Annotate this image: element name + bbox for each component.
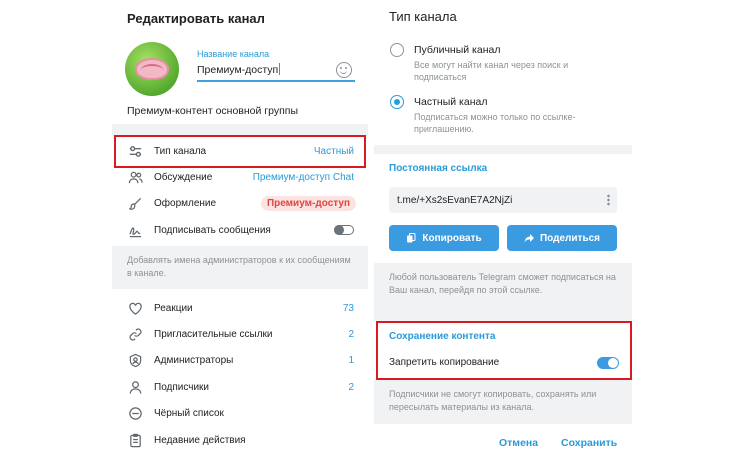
share-button[interactable]: Поделиться: [507, 225, 617, 251]
row-value: Премиум-доступ Chat: [252, 171, 354, 183]
channel-name-label: Название канала: [197, 49, 270, 59]
radio-public[interactable]: [390, 43, 404, 57]
restrict-copy-toggle[interactable]: [597, 357, 619, 369]
row-recent-actions[interactable]: Недавние действия: [112, 427, 368, 453]
premium-badge: Премиум-доступ: [260, 195, 356, 211]
row-label: Пригласительные ссылки: [154, 328, 273, 340]
user-icon: [127, 379, 143, 395]
row-value: 73: [342, 302, 354, 314]
row-appearance[interactable]: Оформление Премиум-доступ: [112, 190, 368, 216]
brain-icon: [135, 58, 169, 80]
share-icon: [524, 233, 534, 243]
share-label: Поделиться: [539, 232, 600, 244]
brush-icon: [127, 195, 143, 211]
row-label: Недавние действия: [154, 434, 246, 446]
row-label: Чёрный список: [154, 407, 224, 419]
save-button[interactable]: Сохранить: [561, 437, 617, 449]
invite-link-text: t.me/+Xs2sEvanE7A2NjZi: [397, 194, 513, 206]
channel-avatar[interactable]: [125, 42, 179, 96]
sign-messages-toggle[interactable]: [334, 224, 354, 235]
channel-description[interactable]: Премиум-контент основной группы: [127, 105, 298, 117]
row-channel-type[interactable]: Тип канала Частный: [112, 138, 368, 164]
clipboard-icon: [127, 432, 143, 448]
restrict-copy-label: Запретить копирование: [389, 357, 500, 368]
row-value: 2: [348, 381, 354, 393]
radio-private[interactable]: [390, 95, 404, 109]
option-public-title[interactable]: Публичный канал: [414, 44, 500, 56]
copy-label: Копировать: [422, 232, 482, 244]
option-private-title[interactable]: Частный канал: [414, 96, 487, 108]
text-caret: [279, 63, 281, 75]
row-label: Подписчики: [154, 381, 210, 393]
row-blacklist[interactable]: Чёрный список: [112, 400, 368, 426]
row-discussion[interactable]: Обсуждение Премиум-доступ Chat: [112, 164, 368, 190]
sign-messages-hint: Добавлять имена администраторов к их соо…: [112, 246, 368, 289]
signature-icon: [127, 222, 143, 238]
row-label: Администраторы: [154, 354, 234, 366]
edit-channel-panel: Редактировать канал Название канала Прем…: [112, 0, 368, 459]
divider: [374, 145, 632, 154]
panel-title: Тип канала: [389, 9, 457, 24]
row-value: 2: [348, 328, 354, 340]
permanent-link-header: Постоянная ссылка: [389, 163, 488, 174]
row-reactions[interactable]: Реакции 73: [112, 295, 368, 321]
row-subscribers[interactable]: Подписчики 2: [112, 374, 368, 400]
link-icon: [127, 326, 143, 342]
copy-icon: [406, 233, 416, 243]
input-underline: [197, 80, 355, 82]
cancel-button[interactable]: Отмена: [499, 437, 538, 449]
copy-button[interactable]: Копировать: [389, 225, 499, 251]
sliders-icon: [127, 143, 143, 159]
option-private-desc: Подписаться можно только по ссылке-пригл…: [414, 112, 576, 134]
channel-name-input[interactable]: Премиум-доступ: [197, 63, 281, 76]
heart-icon: [127, 300, 143, 316]
row-admins[interactable]: Администраторы 1: [112, 347, 368, 373]
content-protection-header: Сохранение контента: [389, 331, 496, 342]
restrict-copy-hint: Подписчики не смогут копировать, сохраня…: [374, 380, 632, 424]
shield-icon: [127, 352, 143, 368]
emoji-icon[interactable]: [336, 62, 352, 78]
channel-name-text: Премиум-доступ: [197, 64, 279, 76]
row-label: Реакции: [154, 302, 193, 314]
divider: [112, 124, 368, 136]
invite-link-field[interactable]: t.me/+Xs2sEvanE7A2NjZi: [389, 187, 617, 213]
users-icon: [127, 169, 143, 185]
row-invite-links[interactable]: Пригласительные ссылки 2: [112, 321, 368, 347]
row-value: Частный: [313, 145, 354, 157]
row-value: 1: [348, 354, 354, 366]
link-hint: Любой пользователь Telegram сможет подпи…: [374, 263, 632, 321]
block-icon: [127, 405, 143, 421]
panel-title: Редактировать канал: [127, 11, 265, 26]
channel-type-panel: Тип канала Публичный канал Все могут най…: [374, 0, 632, 459]
row-sign-messages[interactable]: Подписывать сообщения: [112, 217, 368, 243]
more-vertical-icon[interactable]: [607, 194, 610, 206]
option-public-desc: Все могут найти канал через поиск и подп…: [414, 60, 569, 82]
